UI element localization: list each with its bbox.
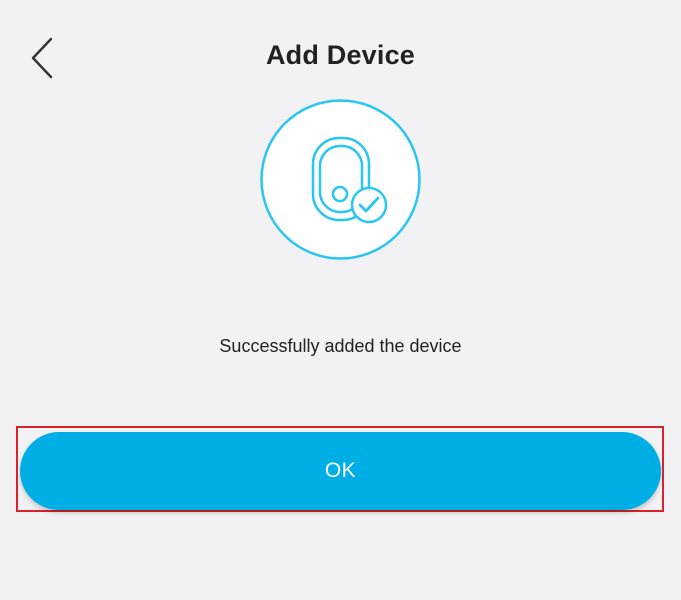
success-message: Successfully added the device — [219, 336, 462, 356]
ok-button[interactable]: OK — [20, 432, 661, 510]
device-check-icon — [260, 99, 421, 260]
page-title: Add Device — [265, 40, 416, 70]
device-illustration — [259, 98, 422, 261]
